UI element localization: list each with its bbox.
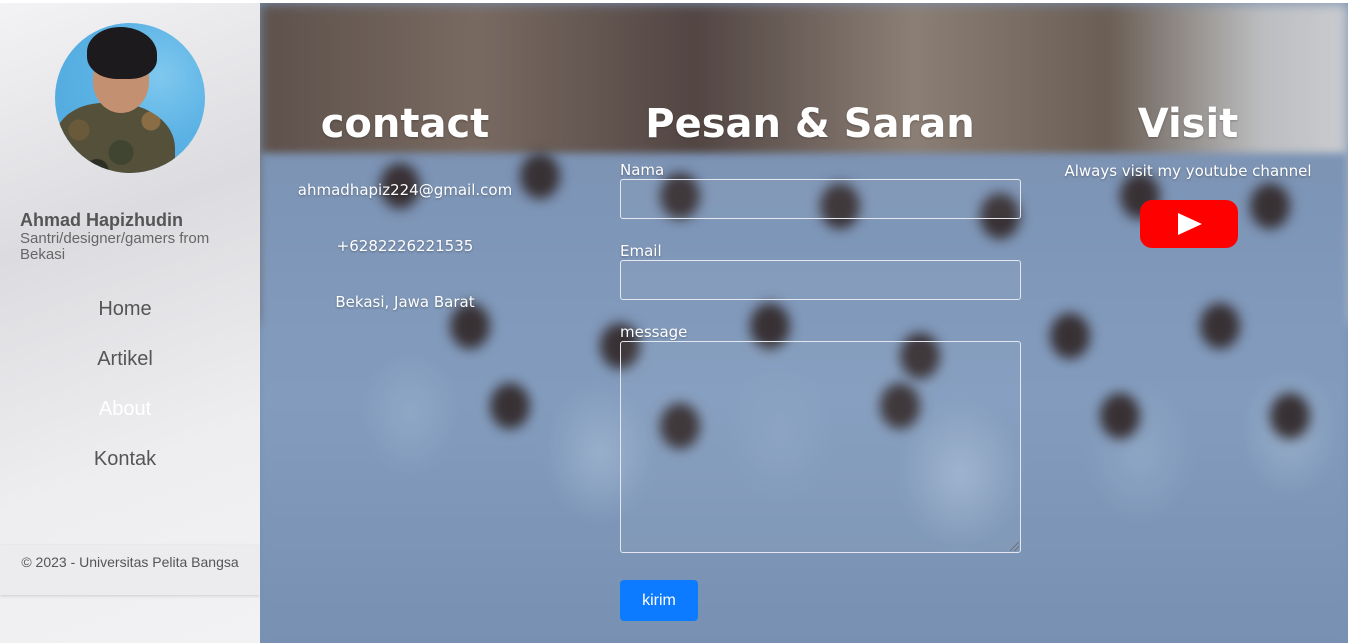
textarea-resize-handle[interactable] bbox=[1010, 542, 1019, 551]
sidebar-nav: Home Artikel About Kontak bbox=[0, 293, 250, 493]
youtube-icon[interactable] bbox=[1140, 200, 1238, 248]
avatar-body bbox=[55, 103, 175, 173]
avatar bbox=[55, 23, 205, 173]
nav-item-about[interactable]: About bbox=[0, 393, 250, 443]
message-label: message bbox=[620, 323, 688, 341]
visit-subtitle: Always visit my youtube channel bbox=[1064, 162, 1312, 180]
profile-description: Santri/designer/gamers from Bekasi bbox=[20, 230, 210, 263]
form-title: Pesan & Saran bbox=[645, 101, 975, 147]
email-input[interactable] bbox=[620, 260, 1021, 300]
contact-title: contact bbox=[320, 101, 490, 147]
contact-location: Bekasi, Jawa Barat bbox=[335, 293, 475, 311]
nav-item-artikel[interactable]: Artikel bbox=[0, 343, 250, 393]
profile-name: Ahmad Hapizhudin bbox=[20, 210, 183, 230]
avatar-hair bbox=[87, 27, 157, 79]
footer-copyright: © 2023 - Universitas Pelita Bangsa bbox=[0, 545, 260, 595]
name-input[interactable] bbox=[620, 179, 1021, 219]
sidebar: Ahmad Hapizhudin Santri/designer/gamers … bbox=[0, 3, 260, 643]
play-icon bbox=[1178, 213, 1202, 235]
main-content: contact ahmadhapiz224@gmail.com +6282226… bbox=[260, 3, 1348, 643]
contact-phone: +6282226221535 bbox=[336, 237, 474, 255]
name-label: Nama bbox=[620, 161, 665, 179]
visit-title: Visit bbox=[1137, 101, 1239, 147]
email-label: Email bbox=[620, 242, 662, 260]
nav-item-home[interactable]: Home bbox=[0, 293, 250, 343]
contact-email: ahmadhapiz224@gmail.com bbox=[297, 181, 513, 199]
message-textarea[interactable] bbox=[620, 341, 1021, 553]
nav-item-kontak[interactable]: Kontak bbox=[0, 443, 250, 493]
submit-button[interactable]: kirim bbox=[620, 580, 698, 621]
